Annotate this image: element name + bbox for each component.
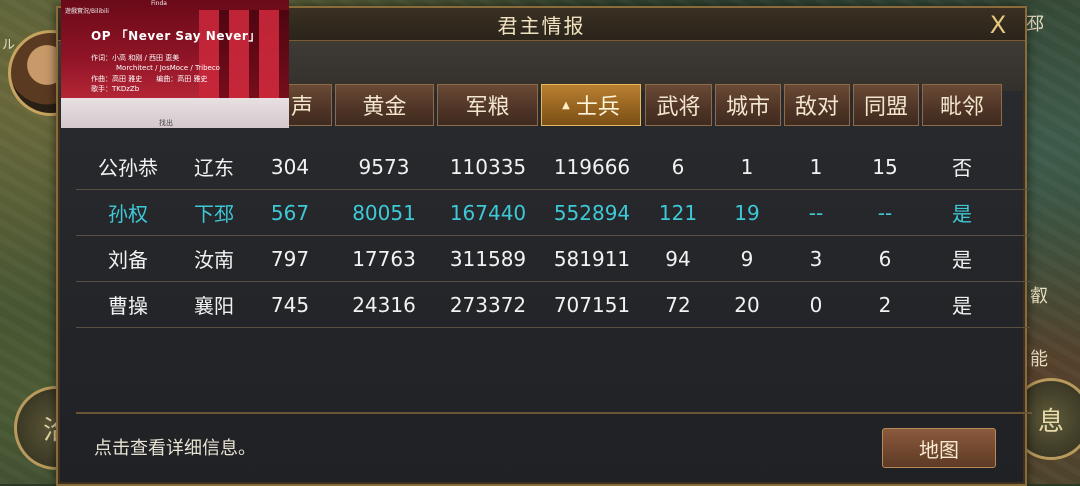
footer-divider <box>76 412 1032 414</box>
overlay-source-text: 遊戲實況/Bilibili <box>65 8 109 15</box>
header-col-cities-label: 城市 <box>725 95 770 120</box>
cell-soldiers: 552894 <box>553 200 631 225</box>
cell-city: 汝南 <box>194 248 234 272</box>
footer-hint-text: 点击查看详细信息。 <box>94 438 256 459</box>
header-col-soldiers-label: 士兵 <box>575 95 620 120</box>
cell-food: 167440 <box>449 200 527 225</box>
cell-cities: 19 <box>734 200 760 225</box>
cell-prestige: 567 <box>270 200 310 225</box>
header-col-gold-label: 黄金 <box>362 95 407 120</box>
cell-cities: 1 <box>740 154 754 179</box>
cell-adjacent: 是 <box>952 294 972 318</box>
cell-gold: 9573 <box>358 154 410 179</box>
header-col-allies[interactable]: 同盟 <box>853 84 919 126</box>
overlay-credit-line2: Morchitect / JosMoce / Tribeco <box>116 64 220 72</box>
overlay-credit-line3: 作曲：高田 雅史 编曲：高田 雅史 <box>91 75 208 83</box>
bottom-right-menu-label: 息 <box>1037 406 1064 437</box>
header-col-hostile[interactable]: 敌对 <box>784 84 850 126</box>
cell-cities: 20 <box>734 292 760 317</box>
header-col-hostile-label: 敌对 <box>794 95 839 120</box>
cell-gold: 17763 <box>352 246 416 271</box>
table-row[interactable]: 公孙恭 辽东 304 9573 110335 119666 6 1 1 15 否 <box>76 144 1030 190</box>
header-col-generals[interactable]: 武将 <box>645 84 712 126</box>
map-label-right-mid2: 能 <box>1030 349 1048 370</box>
map-label-left-top: ル <box>2 38 16 53</box>
cell-generals: 94 <box>665 246 691 271</box>
cell-hostile: 1 <box>809 154 823 179</box>
cell-food: 273372 <box>449 292 527 317</box>
header-col-soldiers[interactable]: ▲ 士兵 <box>541 84 641 126</box>
table-row[interactable]: 刘备 汝南 797 17763 311589 581911 94 9 3 6 是 <box>76 236 1030 282</box>
header-col-prestige-label: 声 <box>290 95 313 120</box>
cell-soldiers: 707151 <box>553 292 631 317</box>
overlay-credit-line4: 歌手：TKDzZb <box>91 85 140 93</box>
cell-food: 110335 <box>449 154 527 179</box>
cell-adjacent: 是 <box>952 248 972 272</box>
cell-allies: 2 <box>878 292 892 317</box>
cell-adjacent: 是 <box>952 202 972 226</box>
header-col-allies-label: 同盟 <box>863 95 908 120</box>
map-button[interactable]: 地图 <box>882 428 996 468</box>
cell-city: 下邳 <box>194 202 234 226</box>
cell-adjacent: 否 <box>952 156 972 180</box>
cell-generals: 121 <box>658 200 698 225</box>
panel-title: 君主情报 <box>497 13 586 38</box>
table-row[interactable]: 曹操 襄阳 745 24316 273372 707151 72 20 0 2 … <box>76 282 1030 328</box>
overlay-credit-line1: 作词：小高 和刚 / 西田 恵美 <box>91 54 180 62</box>
header-col-gold[interactable]: 黄金 <box>335 84 434 126</box>
cell-prestige: 797 <box>270 246 310 271</box>
header-col-adjacent[interactable]: 毗邻 <box>922 84 1002 126</box>
overlay-floor <box>61 98 289 128</box>
cell-ruler: 公孙恭 <box>98 156 158 180</box>
cell-allies: 6 <box>878 246 892 271</box>
cell-ruler: 刘备 <box>108 248 148 272</box>
cell-city: 襄阳 <box>194 294 234 318</box>
cell-generals: 72 <box>665 292 691 317</box>
cell-hostile: 0 <box>809 292 823 317</box>
cell-food: 311589 <box>449 246 527 271</box>
header-col-adjacent-label: 毗邻 <box>939 95 984 120</box>
cell-hostile: -- <box>808 200 824 225</box>
overlay-footer-text: 找出 <box>159 119 173 127</box>
cell-hostile: 3 <box>809 246 823 271</box>
table-row-player[interactable]: 孙权 下邳 567 80051 167440 552894 121 19 -- … <box>76 190 1030 236</box>
overlay-top-text: Finda <box>151 0 167 7</box>
cell-prestige: 745 <box>270 292 310 317</box>
cell-allies: 15 <box>872 154 898 179</box>
cell-prestige: 304 <box>270 154 310 179</box>
cell-city: 辽东 <box>194 156 234 180</box>
sort-arrow-icon: ▲ <box>562 99 570 111</box>
header-col-food[interactable]: 军粮 <box>437 84 538 126</box>
close-icon[interactable]: X <box>985 12 1011 38</box>
cell-soldiers: 581911 <box>553 246 631 271</box>
cell-allies: -- <box>877 200 893 225</box>
header-col-cities[interactable]: 城市 <box>715 84 781 126</box>
cell-gold: 24316 <box>352 292 416 317</box>
cell-soldiers: 119666 <box>553 154 631 179</box>
header-col-food-label: 军粮 <box>465 95 510 120</box>
cell-gold: 80051 <box>352 200 416 225</box>
overlay-song-title: OP 「Never Say Never」 <box>91 29 261 43</box>
video-overlay: 遊戲實況/Bilibili Finda OP 「Never Say Never」… <box>61 0 289 128</box>
map-label-right-top: 邳 <box>1026 14 1044 35</box>
cell-cities: 9 <box>740 246 754 271</box>
map-label-right-mid1: 叡 <box>1030 286 1048 307</box>
cell-ruler: 孙权 <box>108 202 148 226</box>
cell-ruler: 曹操 <box>108 294 148 318</box>
cell-generals: 6 <box>671 154 685 179</box>
header-col-generals-label: 武将 <box>656 95 701 120</box>
